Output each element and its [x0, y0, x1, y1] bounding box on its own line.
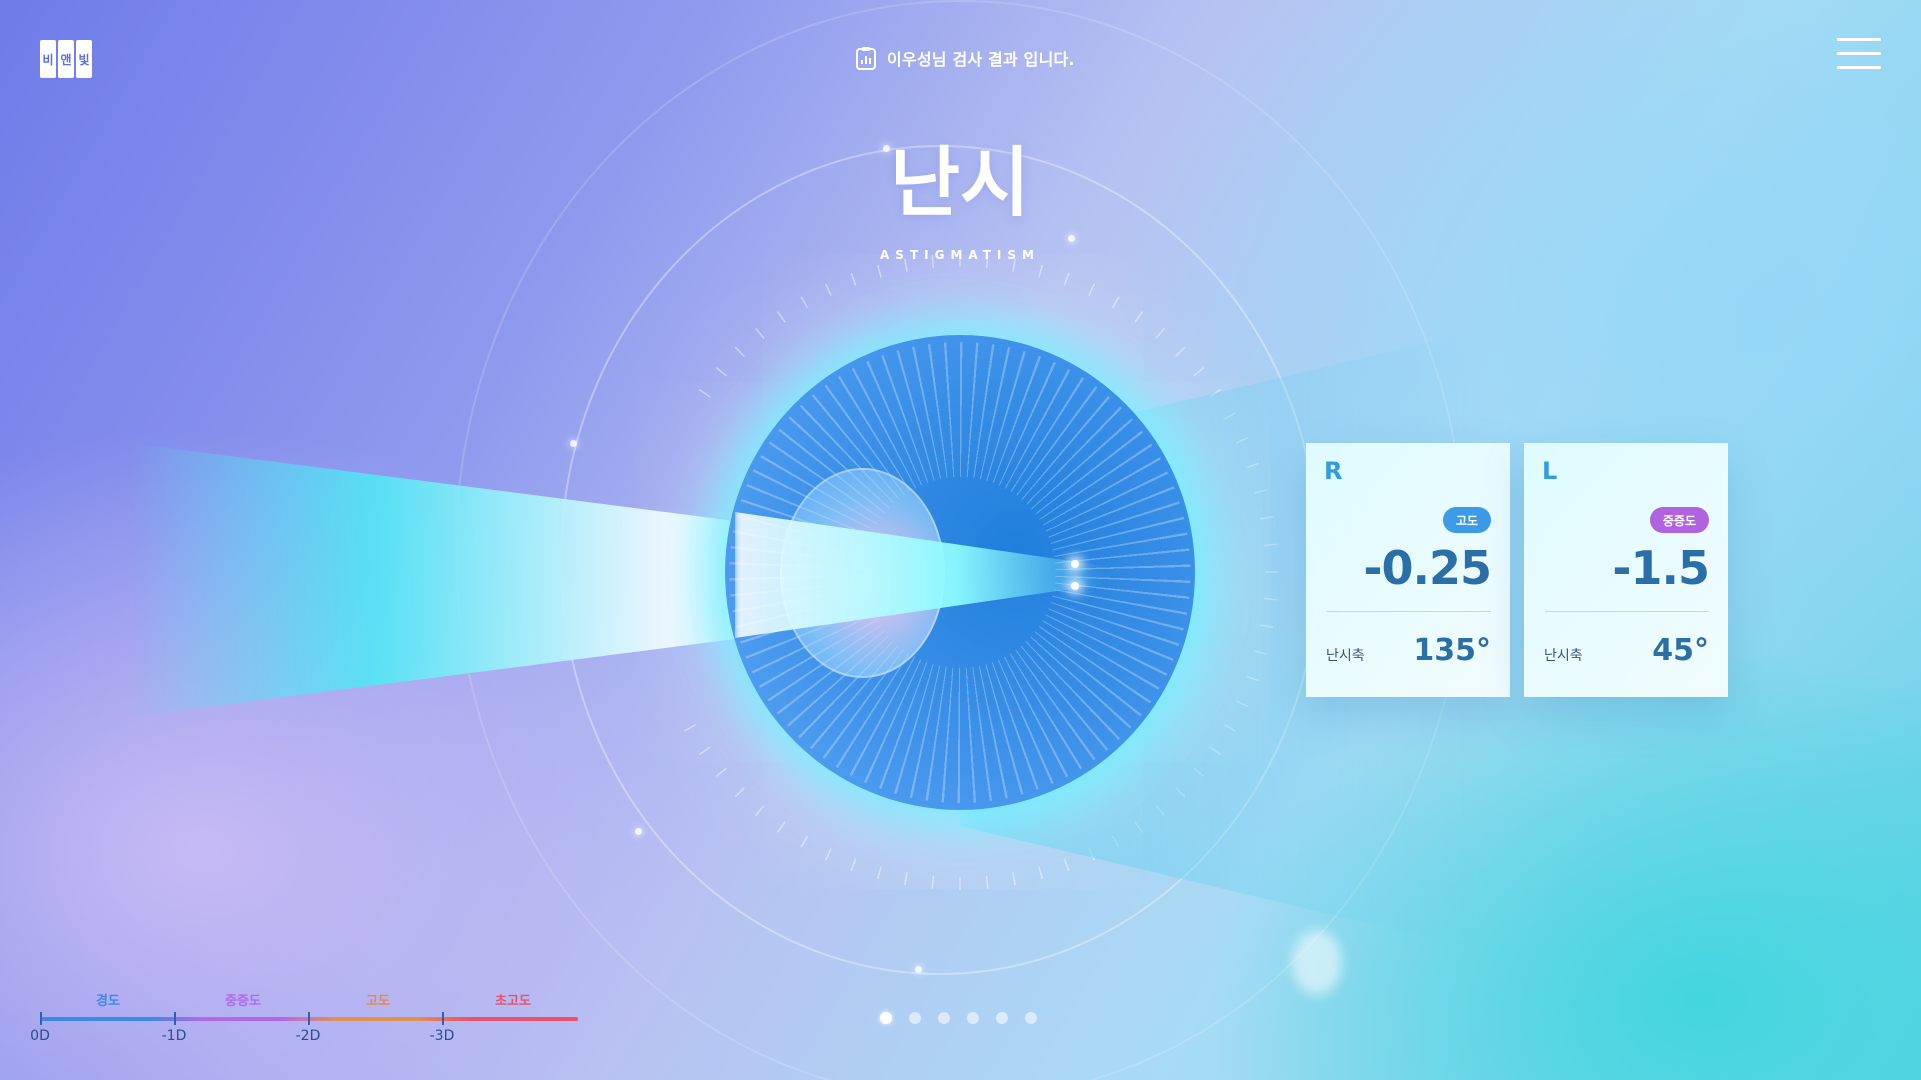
focal-point — [1071, 560, 1079, 568]
scale-tick — [174, 1012, 176, 1025]
scale-tick-label: -3D — [429, 1028, 455, 1044]
dial-tick — [734, 346, 745, 357]
logo-char: 빛 — [76, 40, 92, 78]
eye-side-label: R — [1324, 457, 1343, 485]
logo-char: 앤 — [58, 40, 74, 78]
dial-tick — [850, 858, 857, 872]
right-eye-card: R 고도 -0.25 난시축 135° — [1306, 443, 1510, 697]
page-title: 난시 — [890, 138, 1030, 227]
dial-tick — [850, 272, 857, 286]
page-dot[interactable] — [967, 1012, 979, 1024]
dial-tick — [824, 848, 832, 861]
focal-point — [1071, 582, 1079, 590]
dial-tick — [1111, 296, 1120, 309]
page-subtitle: ASTIGMATISM — [880, 248, 1040, 262]
dial-tick — [1063, 858, 1070, 872]
dial-tick — [715, 367, 727, 377]
scale-category: 중증도 — [225, 994, 261, 1009]
page-indicator — [880, 1012, 1037, 1024]
page-dot[interactable] — [880, 1012, 892, 1024]
scale-tick-label: 0D — [30, 1028, 50, 1044]
dial-tick — [1134, 311, 1144, 323]
result-title-text: 이우성님 검사 결과 입니다. — [887, 50, 1075, 69]
dial-tick — [1038, 866, 1044, 880]
axis-value: 45° — [1652, 633, 1709, 668]
dial-tick — [876, 264, 882, 278]
dial-tick — [1175, 346, 1186, 357]
clipboard-chart-icon — [856, 47, 876, 70]
scale-tick-label: -2D — [295, 1028, 321, 1044]
dial-tick — [699, 388, 711, 398]
page-dot[interactable] — [938, 1012, 950, 1024]
dial-tick — [931, 875, 935, 889]
dial-tick — [1038, 264, 1044, 278]
dial-tick — [699, 746, 711, 756]
axis-label: 난시축 — [1544, 648, 1583, 664]
dial-tick — [876, 866, 882, 880]
dial-tick — [1155, 327, 1165, 339]
dial-tick — [755, 327, 765, 339]
dial-tick — [755, 805, 765, 817]
dial-tick — [1193, 367, 1205, 377]
severity-badge: 고도 — [1442, 507, 1491, 533]
logo-char: 비 — [40, 40, 56, 78]
scale-category: 초고도 — [495, 994, 531, 1009]
astigmatism-result-screen: 비 앤 빛 이우성님 검사 결과 입니다. 난시 ASTIGMATISM R 고… — [0, 0, 1921, 1080]
divider — [1545, 611, 1709, 612]
dial-tick — [684, 723, 697, 732]
dial-tick — [1012, 872, 1016, 886]
dial-tick — [904, 872, 908, 886]
axis-value: 135° — [1413, 633, 1491, 668]
severity-badge: 중증도 — [1649, 507, 1709, 533]
scale-tick-label: -1D — [161, 1028, 187, 1044]
page-dot[interactable] — [996, 1012, 1008, 1024]
dial-tick — [776, 821, 786, 833]
brand-logo[interactable]: 비 앤 빛 — [40, 40, 92, 78]
dial-tick — [800, 296, 809, 309]
glow-blob — [1292, 930, 1342, 995]
dial-tick — [824, 283, 832, 296]
result-header: 이우성님 검사 결과 입니다. — [855, 46, 1075, 70]
dial-tick — [800, 835, 809, 848]
menu-line — [1837, 38, 1881, 41]
hamburger-menu-button[interactable] — [1837, 38, 1881, 72]
scale-tick — [40, 1012, 42, 1025]
severity-scale: 경도 중증도 고도 초고도 0D -1D -2D -3D — [30, 990, 590, 1050]
scale-category: 경도 — [96, 994, 120, 1009]
menu-line — [1837, 52, 1881, 55]
dial-tick — [734, 787, 745, 798]
diopter-value: -0.25 — [1363, 541, 1492, 595]
scale-category: 고도 — [366, 994, 390, 1009]
dial-tick — [1088, 283, 1096, 296]
diopter-value: -1.5 — [1612, 541, 1710, 595]
menu-line — [1837, 66, 1881, 69]
axis-label: 난시축 — [1326, 648, 1365, 664]
dial-tick — [715, 767, 727, 777]
page-dot[interactable] — [1025, 1012, 1037, 1024]
eye-side-label: L — [1542, 457, 1558, 485]
dial-tick — [1063, 272, 1070, 286]
divider — [1327, 611, 1491, 612]
left-eye-card: L 중증도 -1.5 난시축 45° — [1524, 443, 1728, 697]
scale-tick — [308, 1012, 310, 1025]
dial-tick — [776, 311, 786, 323]
dial-tick — [985, 875, 989, 889]
scale-tick — [442, 1012, 444, 1025]
page-dot[interactable] — [909, 1012, 921, 1024]
